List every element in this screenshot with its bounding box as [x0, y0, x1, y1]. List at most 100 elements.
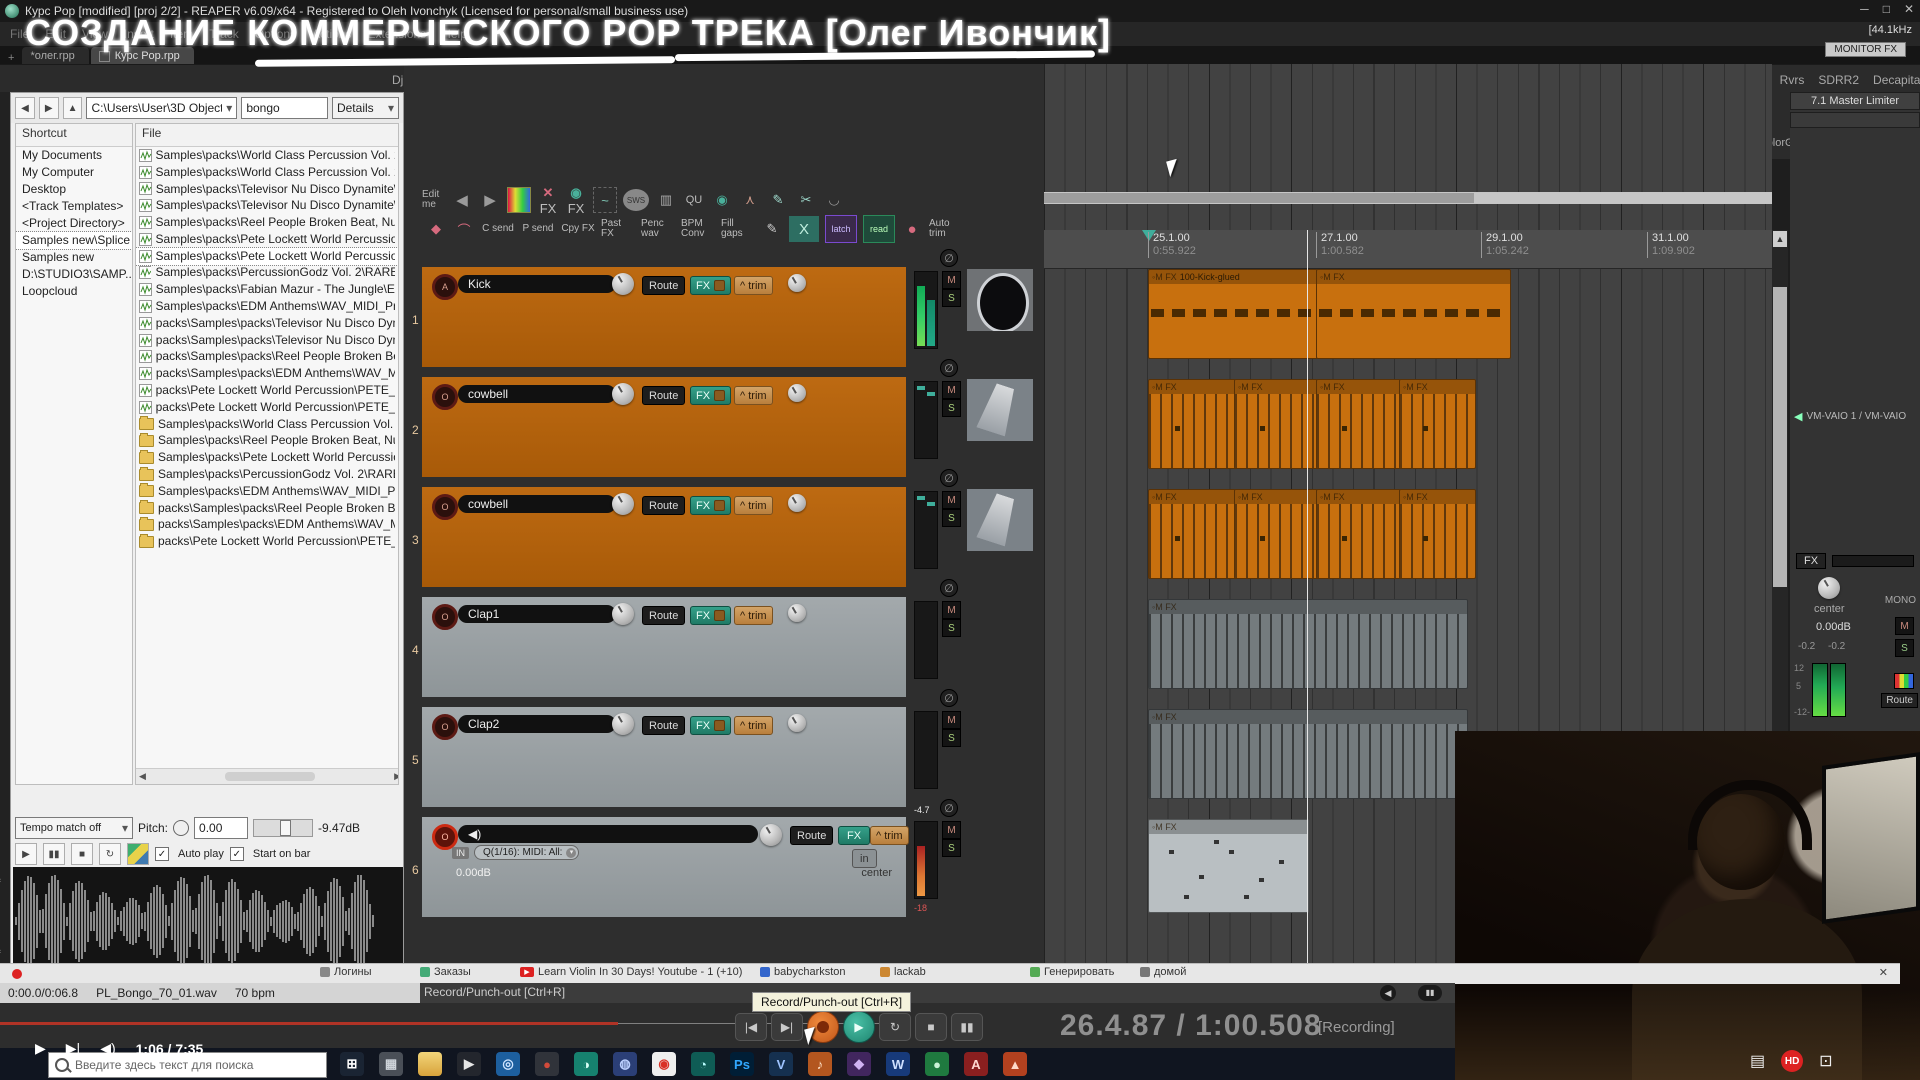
media-item[interactable]: ◦M FX — [1399, 379, 1476, 469]
envelope-points-icon[interactable]: ⌒ — [453, 217, 475, 241]
track-row-6[interactable]: 6O◀)RouteFX^ triminINQ(1/16): MIDI: All:… — [414, 817, 1044, 917]
route-button[interactable]: Route — [642, 276, 685, 295]
fx-plugin-rvrs[interactable]: Rvrs — [1773, 71, 1812, 89]
bookmark-item[interactable]: Логины — [320, 966, 371, 978]
taskbar-app-icon-7[interactable]: ◑ — [574, 1052, 598, 1076]
fade-curve-icon[interactable]: ◡ — [823, 188, 845, 212]
video-play-icon[interactable]: ▶ — [35, 1040, 46, 1057]
preview-pause-button[interactable]: ▮▮ — [43, 843, 65, 865]
lips-icon[interactable]: ● — [901, 217, 923, 241]
route-button[interactable]: Route — [642, 386, 685, 405]
transport-position[interactable]: 26.4.87 / 1:00.508 — [1060, 1009, 1322, 1043]
fx-button[interactable]: FX — [690, 716, 731, 735]
color-swatch-icon[interactable] — [507, 187, 531, 213]
file-column-header[interactable]: File — [136, 124, 398, 147]
track-name[interactable]: Clap1 — [458, 605, 616, 623]
mute-button[interactable]: M — [942, 711, 961, 729]
explorer-up-button[interactable]: ▲ — [63, 97, 83, 119]
record-arm-button[interactable]: O — [432, 494, 458, 520]
video-next-icon[interactable]: ▶| — [66, 1040, 80, 1057]
route-button[interactable]: Route — [642, 716, 685, 735]
tempo-match-select[interactable]: Tempo match off▾ — [15, 817, 133, 839]
fx-power-icon[interactable] — [714, 720, 725, 731]
taskbar-app-icon-15[interactable]: W — [886, 1052, 910, 1076]
file-item[interactable]: Samples\packs\Televisor Nu Disco Dynamit… — [136, 197, 398, 214]
media-item[interactable]: ◦M FX — [1399, 489, 1476, 579]
qu-button[interactable]: QU — [683, 188, 705, 212]
route-nodes-icon[interactable]: ⋏ — [739, 188, 761, 212]
fx-plugin-sdrr2[interactable]: SDRR2 — [1811, 71, 1866, 89]
shortcut-item[interactable]: <Track Templates> — [16, 198, 132, 215]
media-item[interactable]: ◦M FX — [1316, 379, 1401, 469]
autoplay-checkbox[interactable]: ✓ — [155, 847, 169, 861]
master-fx-slot[interactable]: 7.1 Master Limiter — [1790, 92, 1920, 110]
phase-button[interactable]: ∅ — [940, 799, 958, 817]
record-arm-button[interactable]: O — [432, 384, 458, 410]
prev-icon[interactable]: ◀ — [451, 188, 473, 212]
master-solo-button[interactable]: S — [1895, 639, 1914, 657]
pan-knob[interactable] — [788, 714, 806, 732]
file-item[interactable]: Samples\packs\Reel People Broken Beat, N… — [136, 433, 398, 450]
bookmark-item[interactable]: lackab — [880, 966, 926, 978]
taskbar-app-icon-9[interactable]: ◉ — [652, 1052, 676, 1076]
route-button[interactable]: Route — [642, 606, 685, 625]
file-item[interactable]: Samples\packs\EDM Anthems\WAV_MIDI_Pre — [136, 483, 398, 500]
volume-knob[interactable] — [612, 383, 634, 405]
action-past-fx[interactable]: Past FX — [601, 217, 635, 241]
action-penc-wav[interactable]: Penc wav — [641, 217, 675, 241]
route-button[interactable]: Route — [642, 496, 685, 515]
shortcut-item[interactable]: Loopcloud — [16, 283, 132, 300]
input-button[interactable]: in — [852, 849, 877, 868]
media-item[interactable]: ◦M FX100-Kick-glued — [1148, 269, 1318, 359]
action-bpm-conv[interactable]: BPM Conv — [681, 217, 715, 241]
track-row-1[interactable]: 1AKickRouteFX^ trimMS — [414, 267, 1044, 367]
solo-button[interactable]: S — [942, 619, 961, 637]
fx-plugin-decapitat[interactable]: Decapitat — [1866, 71, 1920, 89]
taskbar-app-icon-3[interactable] — [418, 1052, 442, 1076]
shortcut-item[interactable]: <Project Directory> — [16, 215, 132, 232]
fx-button[interactable]: FX — [690, 496, 731, 515]
phase-button[interactable]: ∅ — [940, 249, 958, 267]
start-on-bar-checkbox[interactable]: ✓ — [230, 847, 244, 861]
track-name[interactable]: cowbell — [458, 495, 616, 513]
status-prev-icon[interactable]: ◀ — [1380, 985, 1396, 1001]
solo-button[interactable]: S — [942, 729, 961, 747]
master-pan-knob[interactable] — [1818, 577, 1840, 599]
solo-button[interactable]: S — [942, 839, 961, 857]
master-color-icon[interactable] — [1894, 673, 1914, 689]
phase-button[interactable]: ∅ — [940, 359, 958, 377]
preview-play-button[interactable]: ▶ — [15, 843, 37, 865]
track-name[interactable]: cowbell — [458, 385, 616, 403]
video-volume-icon[interactable]: ◀) — [100, 1040, 115, 1057]
taskbar-app-icon-18[interactable]: ▲ — [1003, 1052, 1027, 1076]
pan-knob[interactable] — [760, 824, 782, 846]
trim-button[interactable]: ^ trim — [734, 386, 773, 405]
volume-knob[interactable] — [612, 273, 634, 295]
media-item[interactable]: ◦M FX — [1316, 489, 1401, 579]
preview-gain-value[interactable]: -9.47dB — [318, 821, 360, 835]
file-item[interactable]: packs\Pete Lockett World Percussion\PETE… — [136, 533, 398, 550]
track-row-5[interactable]: 5OClap2RouteFX^ trimMS — [414, 707, 1044, 807]
trim-button[interactable]: ^ trim — [734, 606, 773, 625]
track-panel[interactable]: OcowbellRouteFX^ trim — [422, 487, 906, 587]
track-name-input[interactable]: ◀) — [458, 825, 758, 843]
file-item[interactable]: Samples\packs\Fabian Mazur - The Jungle\… — [136, 281, 398, 298]
hscroll-thumb[interactable] — [225, 772, 315, 781]
minimize-button[interactable]: ─ — [1860, 2, 1869, 16]
stop-button[interactable]: ■ — [915, 1013, 947, 1041]
track-panel[interactable]: O◀)RouteFX^ triminINQ(1/16): MIDI: All:▾… — [422, 817, 906, 917]
action-p-send[interactable]: P send — [521, 217, 555, 241]
file-item[interactable]: Samples\packs\PercussionGodz Vol. 2\RARE… — [136, 265, 398, 282]
trim-button[interactable]: ^ trim — [870, 826, 909, 845]
fx-power-icon[interactable] — [714, 500, 725, 511]
file-item[interactable]: packs\Samples\packs\Reel People Broken B… — [136, 500, 398, 517]
volume-knob[interactable] — [612, 713, 634, 735]
track-row-2[interactable]: 2OcowbellRouteFX^ trimMS — [414, 377, 1044, 477]
bookmark-item[interactable]: babycharkston — [760, 966, 846, 978]
master-fx-button[interactable]: FX — [1796, 553, 1826, 569]
hd-quality-badge[interactable]: HD — [1781, 1050, 1803, 1072]
go-to-start-button[interactable]: |◀ — [735, 1013, 767, 1041]
arrange-hscrollbar[interactable] — [1044, 192, 1772, 204]
track-name[interactable]: Clap2 — [458, 715, 616, 733]
pan-value[interactable]: center — [861, 867, 892, 879]
